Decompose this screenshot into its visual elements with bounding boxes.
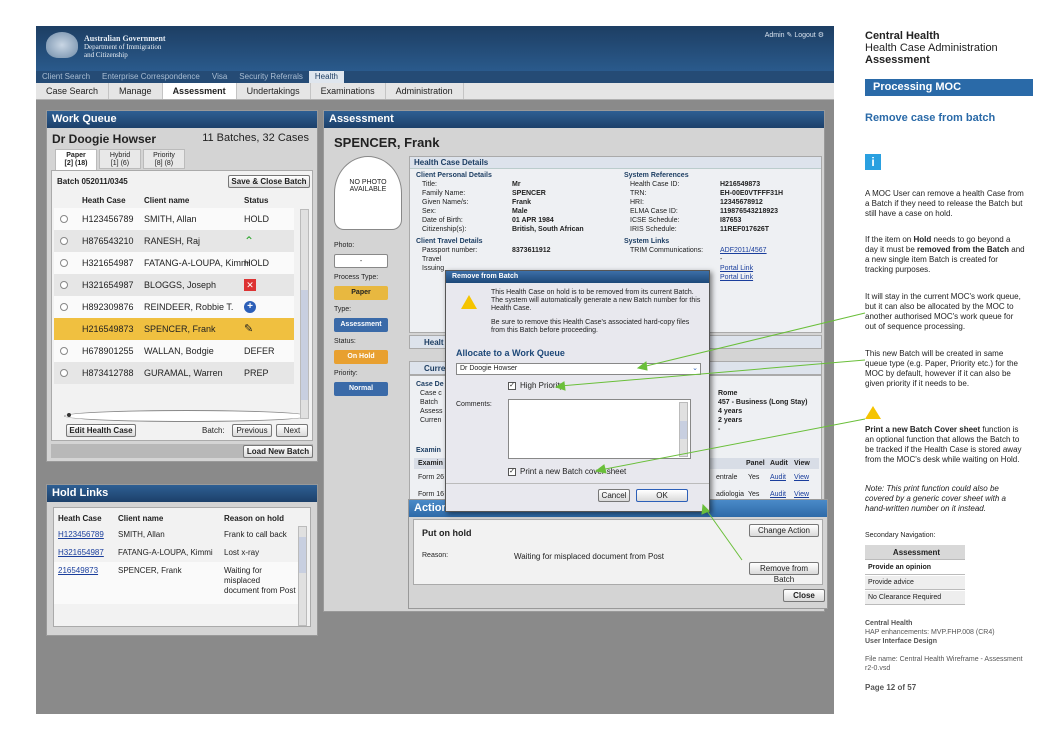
footer-credits: Central Health HAP enhancements: MVP.FHP.… — [865, 619, 1025, 646]
t: Print a new Batch Cover sheet — [865, 425, 981, 434]
t: Hold — [913, 235, 932, 244]
file-name: File name: Central Health Wireframe - As… — [865, 656, 1023, 672]
para-1: A MOC User can remove a health Case from… — [865, 189, 1024, 218]
para-4: This new Batch will be created in same q… — [865, 349, 1018, 388]
secnav-header: Assessment — [865, 545, 965, 560]
secondary-nav-label: Secondary Navigation: — [865, 532, 936, 539]
para-5: Print a new Batch Cover sheet function i… — [865, 425, 1025, 465]
warning-icon — [865, 406, 881, 419]
doc-title: Central Health — [865, 30, 940, 42]
processing-banner: Processing MOC — [865, 79, 1033, 96]
secnav-provide-opinion[interactable]: Provide an opinion — [865, 561, 965, 575]
arrow-allocate — [641, 312, 866, 368]
secnav-provide-advice[interactable]: Provide advice — [865, 576, 965, 590]
t: User Interface Design — [865, 638, 937, 645]
t: Central Health — [865, 620, 913, 627]
note: Note: This print function could also be … — [865, 484, 1006, 513]
arrow-head — [554, 381, 566, 391]
arrow-head — [636, 361, 648, 371]
arrow-head — [594, 464, 607, 474]
doc-header: Central Health Health Case Administration… — [865, 30, 1025, 66]
doc-section: Assessment — [865, 54, 930, 66]
t: If the item on — [865, 235, 914, 244]
arrow-print — [599, 418, 866, 471]
info-icon: i — [865, 154, 881, 170]
doc-subtitle: Health Case Administration — [865, 42, 998, 54]
t: removed from the Batch — [917, 245, 1010, 254]
para-3: It will stay in the current MOC's work q… — [865, 292, 1021, 331]
para-2: If the item on Hold needs to go beyond a… — [865, 235, 1025, 275]
secnav-no-clearance[interactable]: No Clearance Required — [865, 591, 965, 605]
t: HAP enhancements: MVP.FHP.008 (CR4) — [865, 629, 995, 636]
arrow-remove — [704, 507, 743, 561]
page-number: Page 12 of 57 — [865, 683, 917, 692]
topic-title: Remove case from batch — [865, 112, 996, 124]
arrow-priority — [559, 359, 866, 387]
